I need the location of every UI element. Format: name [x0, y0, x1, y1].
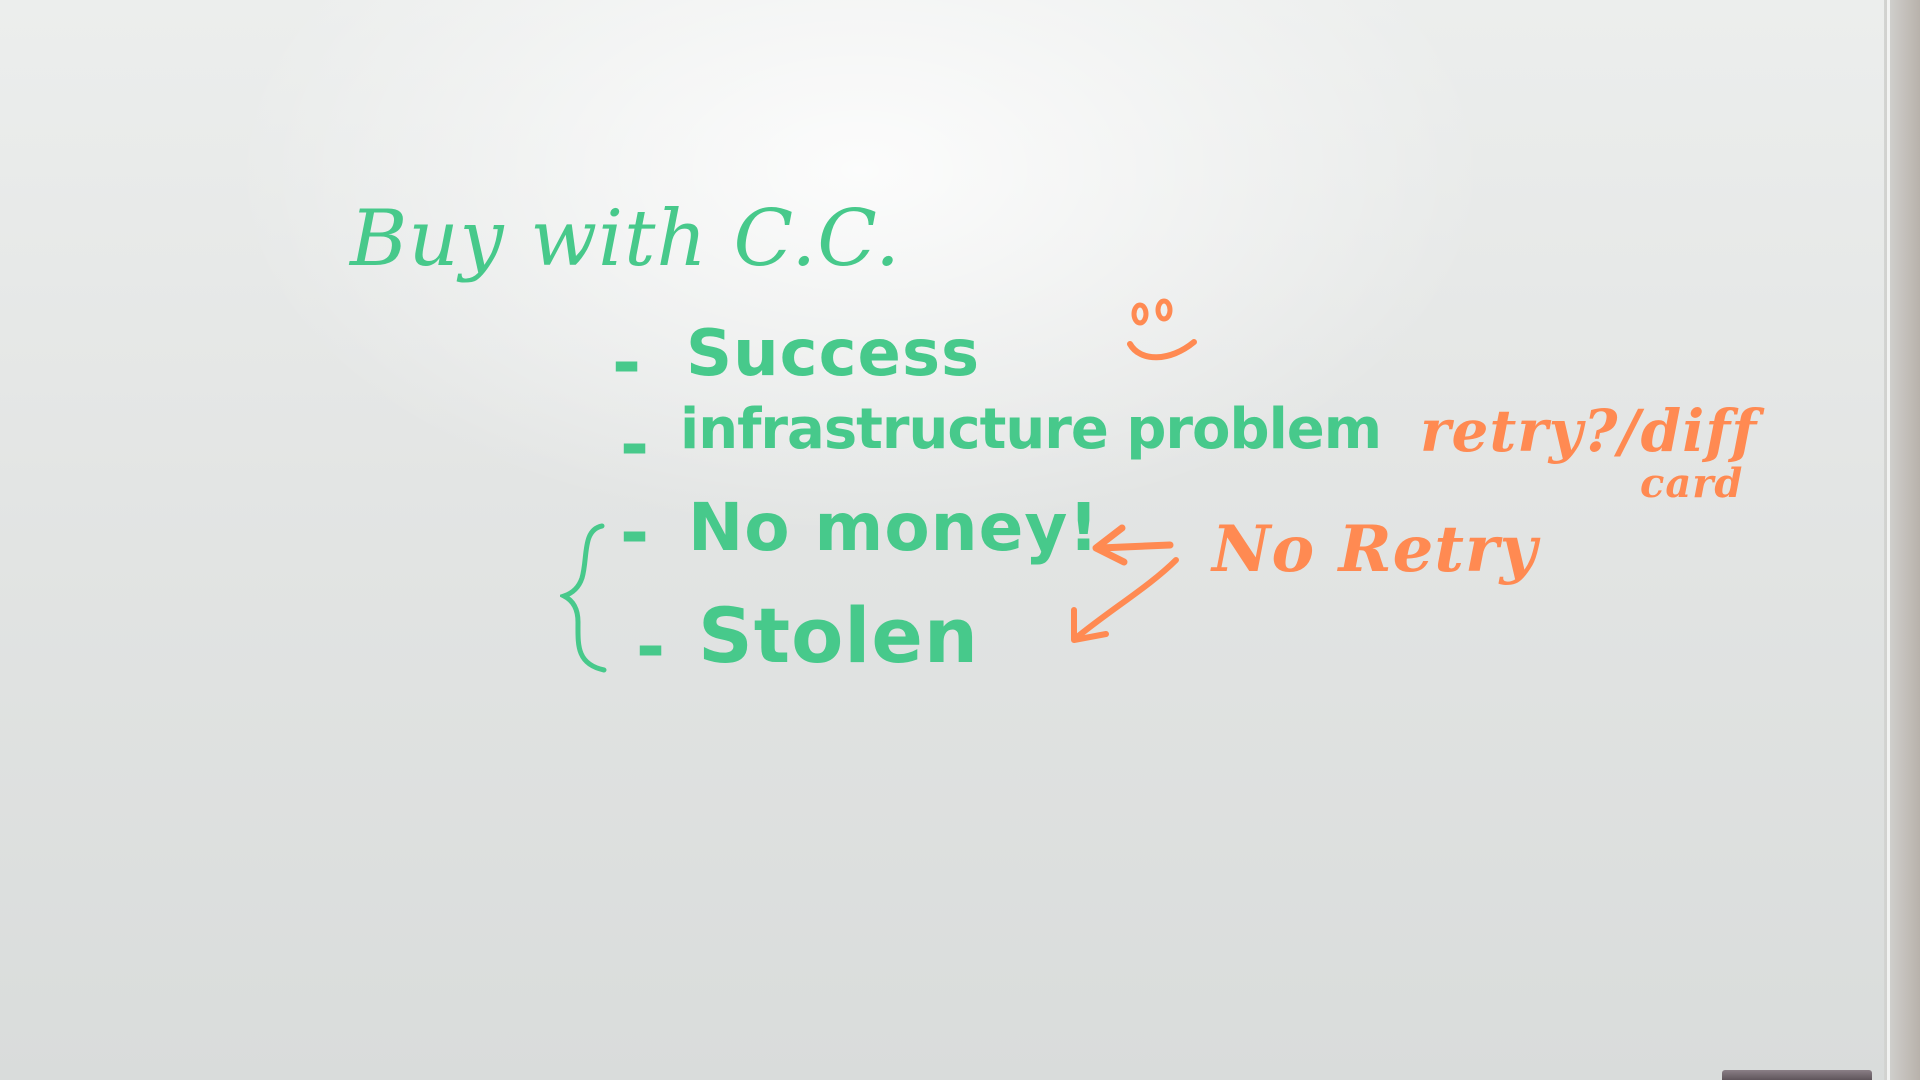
list-item-no-money: No money! [688, 489, 1100, 566]
list-item-dash: - [612, 322, 643, 404]
whiteboard: Buy with C.C. - Success - infrastructure… [0, 0, 1920, 1080]
list-item-stolen: Stolen [698, 591, 979, 680]
arrow-left-icon [1092, 524, 1174, 566]
corner-object [1722, 1070, 1872, 1080]
arrows-group [1071, 524, 1179, 643]
no-retry-annotation: No Retry [1212, 512, 1538, 587]
list-item-infrastructure: infrastructure problem [680, 397, 1382, 462]
arrow-down-left-icon [1071, 557, 1179, 643]
list-item-dash: - [636, 606, 667, 688]
list-item-dash: - [620, 404, 651, 486]
retry-diff-annotation: retry?/diff [1420, 397, 1758, 465]
board-frame-line [1887, 0, 1890, 1080]
list-item-dash: - [620, 492, 651, 574]
curly-brace-icon [560, 523, 607, 673]
list-item-success: Success [686, 317, 981, 391]
board-title: Buy with C.C. [350, 194, 901, 284]
smiley-face-icon [1127, 298, 1197, 361]
card-annotation: card [1640, 460, 1744, 507]
